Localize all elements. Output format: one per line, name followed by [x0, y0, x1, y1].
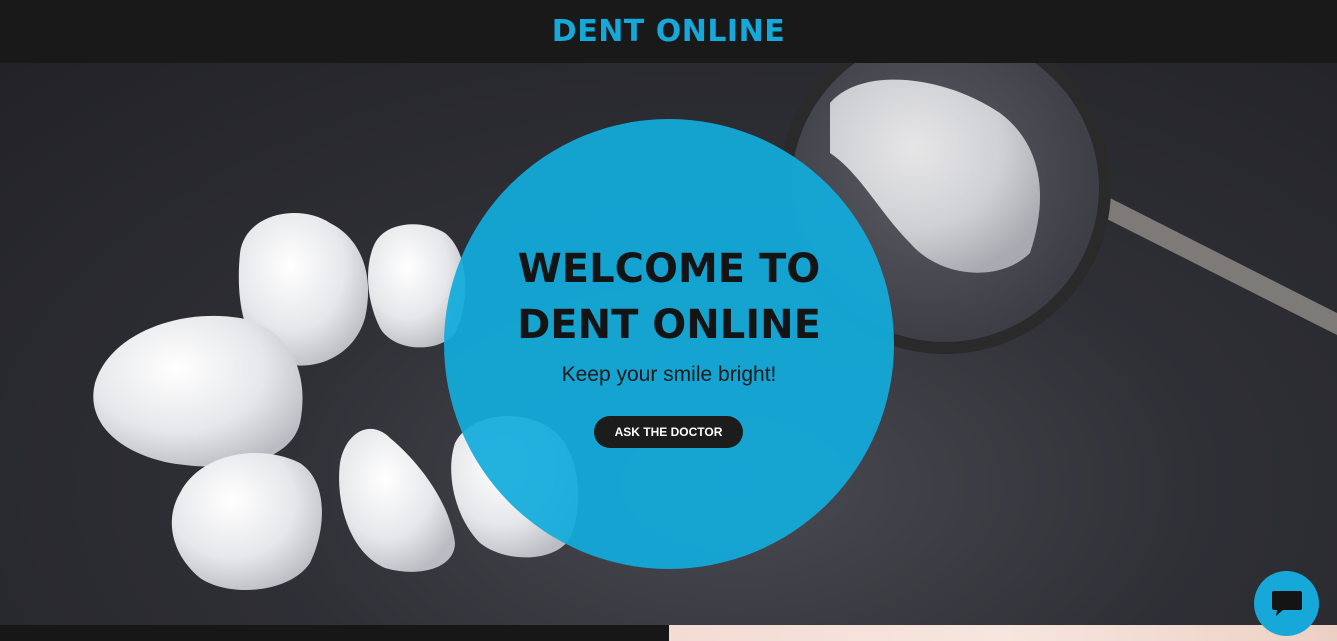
- headline-line-2: DENT ONLINE: [517, 302, 821, 348]
- next-section-image-panel: [669, 625, 1337, 641]
- hero-section: WELCOME TO DENT ONLINE Keep your smile b…: [0, 63, 1337, 625]
- chat-widget-button[interactable]: [1254, 571, 1319, 636]
- mirror-handle: [1095, 193, 1337, 335]
- tooth-crown: [339, 428, 455, 572]
- hero-headline: WELCOME TO DENT ONLINE: [444, 241, 894, 353]
- headline-line-1: WELCOME TO: [517, 246, 821, 292]
- chat-bubble-icon: [1271, 590, 1302, 616]
- ask-the-doctor-button[interactable]: ASK THE DOCTOR: [594, 416, 743, 448]
- hero-circle-panel: WELCOME TO DENT ONLINE Keep your smile b…: [444, 119, 894, 569]
- tooth-crown: [171, 453, 322, 590]
- brand-logo-text[interactable]: DENT ONLINE: [552, 14, 785, 49]
- site-header: DENT ONLINE: [0, 0, 1337, 63]
- next-section-dark-panel: [0, 625, 669, 641]
- hero-tagline: Keep your smile bright!: [561, 363, 777, 386]
- tooth-crown: [93, 315, 303, 467]
